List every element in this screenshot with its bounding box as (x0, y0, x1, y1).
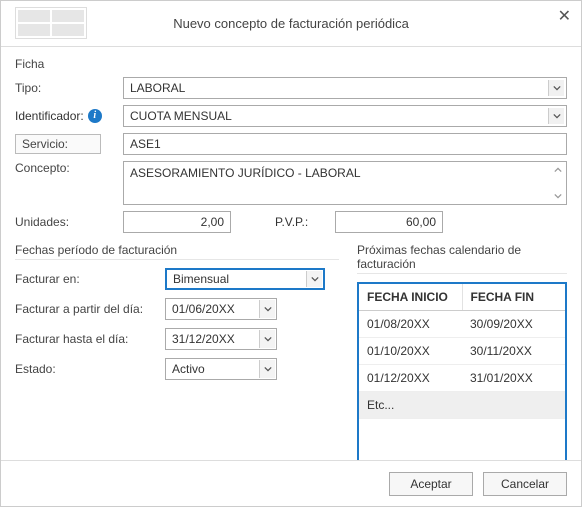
cell-inicio: 01/12/20XX (359, 365, 462, 391)
titlebar-icon (15, 7, 87, 39)
cell-inicio: 01/10/20XX (359, 338, 462, 364)
facturar-hasta-label: Facturar hasta el día: (15, 332, 165, 346)
tipo-value: LABORAL (130, 81, 185, 95)
accept-button[interactable]: Aceptar (389, 472, 473, 496)
info-icon[interactable]: i (88, 109, 102, 123)
unidades-input[interactable]: 2,00 (123, 211, 231, 233)
ficha-section-title: Ficha (15, 57, 567, 71)
cell-fin: 31/01/20XX (462, 365, 565, 391)
servicio-value: ASE1 (130, 137, 161, 151)
calendario-table: FECHA INICIO FECHA FIN 01/08/20XX 30/09/… (357, 282, 567, 460)
chevron-down-icon[interactable] (306, 271, 322, 287)
identificador-label-wrap: Identificador: i (15, 109, 123, 123)
calendario-section-title: Próximas fechas calendario de facturació… (357, 243, 567, 274)
dialog-footer: Aceptar Cancelar (1, 460, 581, 506)
servicio-input[interactable]: ASE1 (123, 133, 567, 155)
table-row[interactable]: 01/10/20XX 30/11/20XX (359, 338, 565, 365)
chevron-down-icon[interactable] (259, 360, 275, 378)
table-header: FECHA INICIO FECHA FIN (359, 284, 565, 311)
identificador-value: CUOTA MENSUAL (130, 109, 232, 123)
cell-inicio: 01/08/20XX (359, 311, 462, 337)
cell-fin: 30/09/20XX (462, 311, 565, 337)
unidades-label: Unidades: (15, 215, 123, 229)
cell-fin: 30/11/20XX (462, 338, 565, 364)
pvp-value: 60,00 (406, 215, 436, 229)
dialog-body: Ficha Tipo: LABORAL Identificador: i CUO… (1, 47, 581, 460)
scroll-down-icon[interactable] (550, 188, 566, 204)
unidades-value: 2,00 (201, 215, 224, 229)
chevron-down-icon[interactable] (259, 330, 275, 348)
facturar-hasta-input[interactable]: 31/12/20XX (165, 328, 277, 350)
cancel-label: Cancelar (501, 477, 549, 491)
concepto-textarea[interactable]: ASESORAMIENTO JURÍDICO - LABORAL (123, 161, 567, 205)
identificador-select[interactable]: CUOTA MENSUAL (123, 105, 567, 127)
chevron-down-icon[interactable] (548, 80, 564, 96)
servicio-button[interactable]: Servicio: (15, 134, 101, 154)
estado-select[interactable]: Activo (165, 358, 277, 380)
periodo-section-title: Fechas período de facturación (15, 243, 339, 260)
facturar-desde-input[interactable]: 01/06/20XX (165, 298, 277, 320)
concepto-scrollbar[interactable] (550, 162, 566, 204)
facturar-desde-value: 01/06/20XX (172, 302, 235, 316)
dialog-title: Nuevo concepto de facturación periódica (173, 16, 409, 31)
table-row-etc: Etc... (359, 392, 565, 419)
facturar-desde-label: Facturar a partir del día: (15, 302, 165, 316)
facturar-en-value: Bimensual (173, 272, 229, 286)
concepto-label: Concepto: (15, 161, 123, 175)
cancel-button[interactable]: Cancelar (483, 472, 567, 496)
col-inicio-header[interactable]: FECHA INICIO (359, 284, 463, 310)
tipo-select[interactable]: LABORAL (123, 77, 567, 99)
pvp-label: P.V.P.: (275, 215, 335, 229)
accept-label: Aceptar (410, 477, 451, 491)
table-row[interactable]: 01/08/20XX 30/09/20XX (359, 311, 565, 338)
titlebar: Nuevo concepto de facturación periódica … (1, 1, 581, 47)
facturar-en-label: Facturar en: (15, 272, 165, 286)
scroll-up-icon[interactable] (550, 162, 566, 178)
etc-text: Etc... (359, 392, 565, 418)
close-icon[interactable]: ✕ (558, 9, 571, 25)
col-fin-header[interactable]: FECHA FIN (463, 284, 566, 310)
table-row[interactable]: 01/12/20XX 31/01/20XX (359, 365, 565, 392)
facturar-en-select[interactable]: Bimensual (165, 268, 325, 290)
pvp-input[interactable]: 60,00 (335, 211, 443, 233)
tipo-label: Tipo: (15, 81, 123, 95)
chevron-down-icon[interactable] (548, 108, 564, 124)
estado-label: Estado: (15, 362, 165, 376)
identificador-label: Identificador: (15, 109, 84, 123)
estado-value: Activo (172, 362, 205, 376)
concepto-value: ASESORAMIENTO JURÍDICO - LABORAL (130, 166, 361, 180)
chevron-down-icon[interactable] (259, 300, 275, 318)
dialog: Nuevo concepto de facturación periódica … (0, 0, 582, 507)
facturar-hasta-value: 31/12/20XX (172, 332, 235, 346)
